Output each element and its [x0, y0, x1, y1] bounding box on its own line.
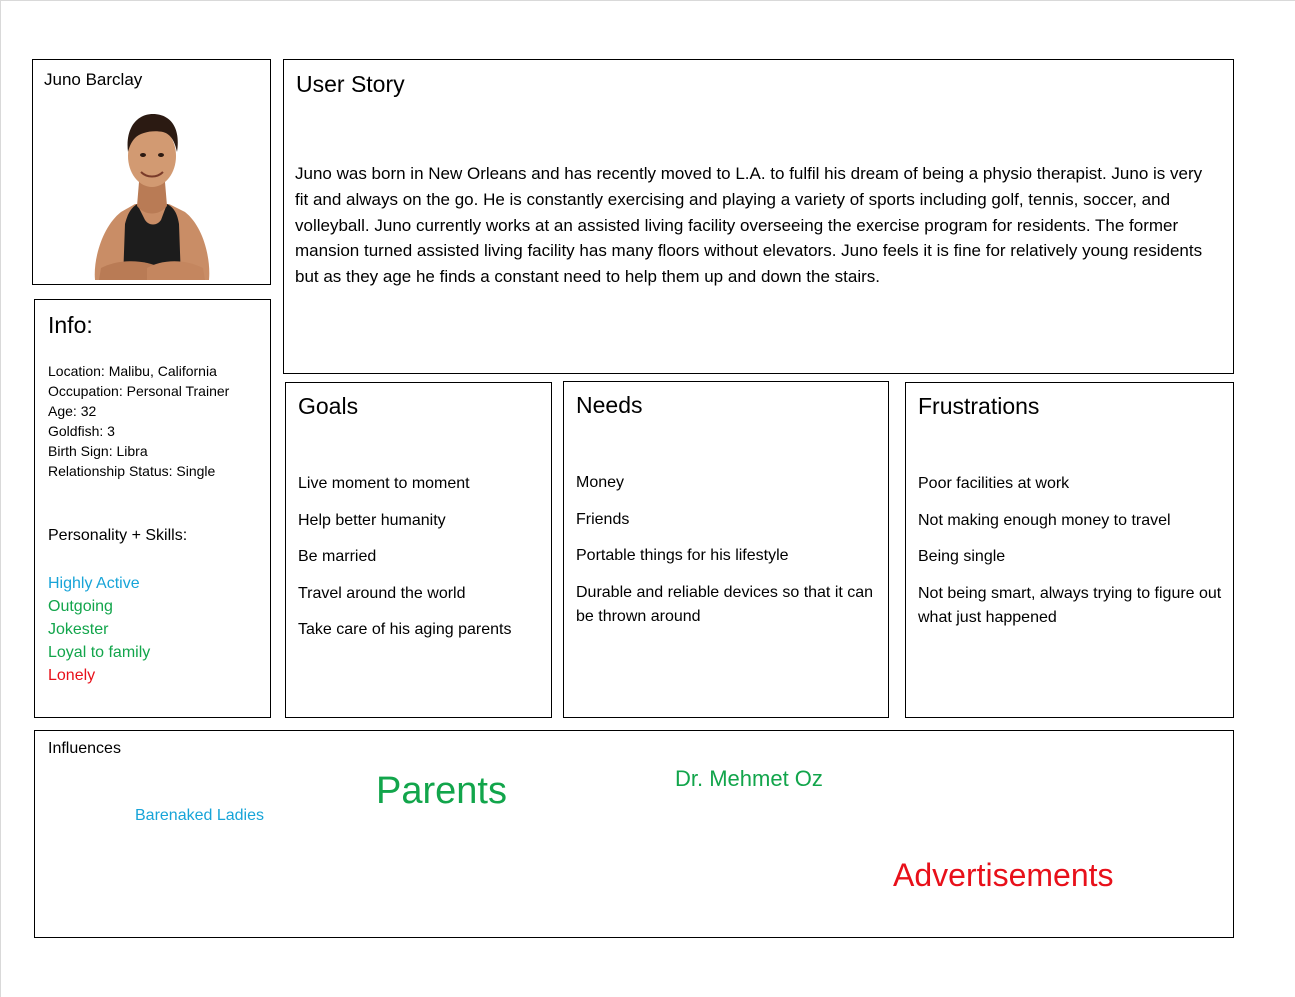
- user-story-card: User Story Juno was born in New Orleans …: [283, 59, 1234, 374]
- influence-barenaked-ladies: Barenaked Ladies: [135, 807, 264, 824]
- info-card: Info: Location: Malibu, California Occup…: [34, 299, 271, 718]
- frustration-item: Being single: [918, 548, 1006, 566]
- info-occupation: Occupation: Personal Trainer: [48, 383, 230, 399]
- persona-card: Juno Barclay: [32, 59, 271, 285]
- frustrations-list: Poor facilities at work Not making enoug…: [918, 472, 1223, 642]
- influences-label: Influences: [48, 740, 121, 757]
- info-title: Info:: [48, 312, 93, 338]
- frustration-item: Poor facilities at work: [918, 475, 1070, 492]
- user-story-text: Juno was born in New Orleans and has rec…: [295, 164, 1203, 287]
- needs-title: Needs: [576, 392, 643, 418]
- skill-item: Jokester: [48, 621, 109, 638]
- page-edge: [0, 0, 1295, 1]
- frustration-item: Not making enough money to travel: [918, 511, 1171, 529]
- info-relationship-status: Relationship Status: Single: [48, 463, 216, 479]
- info-location: Location: Malibu, California: [48, 363, 217, 379]
- need-item: Durable and reliable devices so that it …: [576, 583, 874, 625]
- needs-card: Needs Money Friends Portable things for …: [563, 381, 889, 718]
- skills-heading: Personality + Skills:: [48, 527, 188, 544]
- influences-card: Influences Barenaked Ladies Parents Dr. …: [34, 730, 1234, 938]
- persona-name: Juno Barclay: [44, 70, 143, 89]
- skill-item: Highly Active: [48, 575, 140, 592]
- goal-item: Help better humanity: [298, 511, 446, 529]
- info-goldfish: Goldfish: 3: [48, 423, 115, 439]
- goal-item: Live moment to moment: [298, 475, 470, 492]
- skills-list: Highly Active Outgoing Jokester Loyal to…: [48, 572, 150, 687]
- skill-item: Lonely: [48, 667, 96, 684]
- info-list: Location: Malibu, California Occupation:…: [48, 361, 229, 481]
- influence-parents: Parents: [376, 770, 507, 812]
- influence-advertisements: Advertisements: [893, 857, 1114, 893]
- info-age: Age: 32: [48, 403, 97, 419]
- goals-title: Goals: [298, 393, 359, 419]
- need-item: Portable things for his lifestyle: [576, 547, 789, 565]
- goal-item: Travel around the world: [298, 584, 466, 602]
- goals-list: Live moment to moment Help better humani…: [298, 472, 543, 655]
- user-story-title: User Story: [296, 71, 405, 97]
- need-item: Friends: [576, 510, 630, 528]
- page-edge: [0, 0, 1, 997]
- frustration-item: Not being smart, always trying to figure…: [918, 584, 1222, 626]
- frustrations-title: Frustrations: [918, 393, 1040, 419]
- goals-card: Goals Live moment to moment Help better …: [285, 382, 552, 718]
- goal-item: Be married: [298, 548, 377, 566]
- need-item: Money: [576, 474, 625, 491]
- skill-item: Loyal to family: [48, 644, 151, 661]
- info-birth-sign: Birth Sign: Libra: [48, 443, 148, 459]
- needs-list: Money Friends Portable things for his li…: [576, 471, 876, 641]
- frustrations-card: Frustrations Poor facilities at work Not…: [905, 382, 1234, 718]
- person-portrait-icon: [94, 114, 210, 280]
- skill-item: Outgoing: [48, 598, 113, 615]
- goal-item: Take care of his aging parents: [298, 621, 512, 639]
- influence-dr-oz: Dr. Mehmet Oz: [675, 766, 823, 791]
